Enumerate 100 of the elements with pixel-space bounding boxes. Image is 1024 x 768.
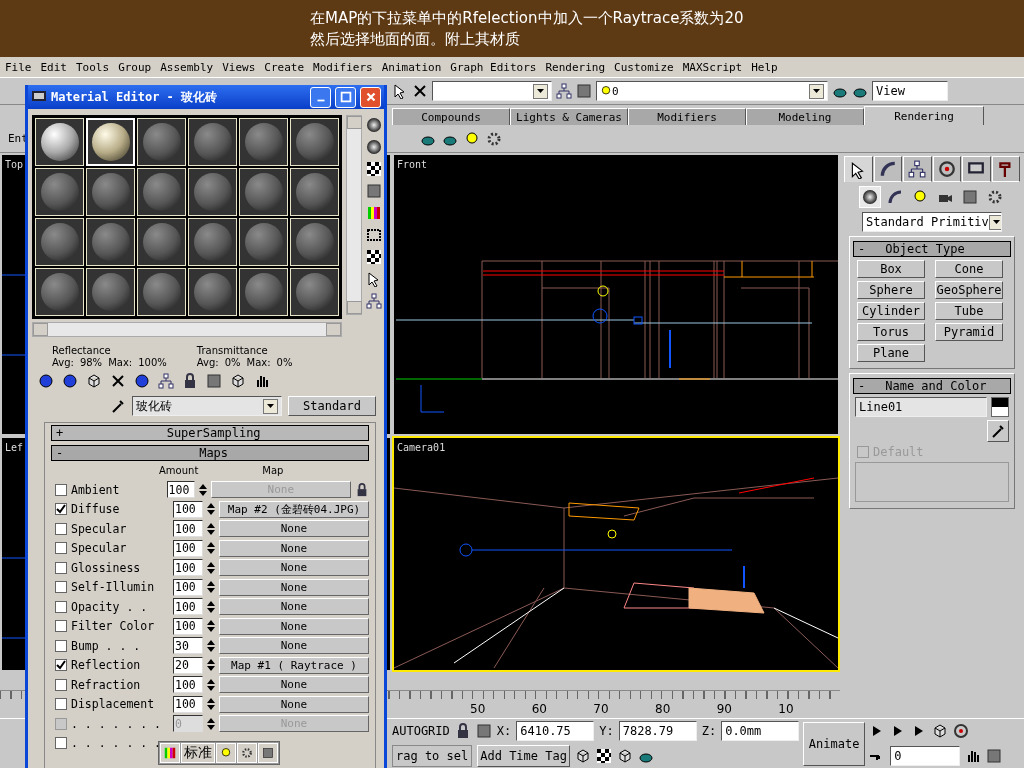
- cube-icon[interactable]: [574, 748, 591, 764]
- z-field[interactable]: 0.0mm: [721, 721, 800, 741]
- material-slot[interactable]: [35, 118, 84, 166]
- dropdown-arrow-button[interactable]: [809, 83, 824, 99]
- spinner[interactable]: [207, 658, 215, 673]
- eyedropper-icon[interactable]: [110, 398, 126, 414]
- square-icon[interactable]: [206, 373, 222, 389]
- menu-item[interactable]: Create: [264, 60, 305, 74]
- sphere-icon[interactable]: [366, 117, 382, 133]
- material-slot[interactable]: [86, 268, 135, 316]
- amount-field[interactable]: 30: [173, 637, 203, 655]
- y-field[interactable]: 7828.79: [618, 721, 697, 741]
- material-slot[interactable]: [35, 268, 84, 316]
- selection-set-field[interactable]: [432, 81, 552, 101]
- spinner[interactable]: [207, 560, 215, 575]
- amount-field[interactable]: 100: [173, 500, 203, 518]
- film-icon[interactable]: [366, 227, 382, 243]
- material-type-button[interactable]: Standard: [288, 396, 376, 416]
- map-button[interactable]: None: [219, 617, 369, 635]
- checkbox[interactable]: [55, 737, 67, 750]
- checkbox[interactable]: [55, 503, 67, 516]
- square-icon[interactable]: [986, 748, 1003, 764]
- material-slot[interactable]: [239, 168, 288, 216]
- material-slot[interactable]: [290, 118, 339, 166]
- map-button[interactable]: None: [219, 559, 369, 577]
- spinner[interactable]: [198, 482, 207, 497]
- delete-icon[interactable]: [110, 373, 126, 389]
- menu-item[interactable]: Views: [222, 60, 256, 74]
- checker-icon[interactable]: [366, 249, 382, 265]
- category-dropdown[interactable]: Standard Primitiv: [862, 212, 1002, 232]
- bars-icon[interactable]: [254, 373, 270, 389]
- menu-item[interactable]: Modifiers: [313, 60, 373, 74]
- viewport[interactable]: Front: [392, 153, 840, 436]
- wheel-icon[interactable]: [953, 723, 970, 739]
- amount-field[interactable]: 20: [173, 656, 203, 674]
- panel-tab[interactable]: [991, 156, 1020, 182]
- material-slot[interactable]: [188, 268, 237, 316]
- dropdown-arrow-button[interactable]: [263, 398, 278, 414]
- x-field[interactable]: 6410.75: [516, 721, 595, 741]
- amount-field[interactable]: 100: [173, 695, 203, 713]
- material-slot[interactable]: [188, 168, 237, 216]
- spinner[interactable]: [207, 580, 215, 595]
- amount-field[interactable]: 100: [173, 520, 203, 538]
- bulb-icon[interactable]: [600, 85, 612, 97]
- map-button[interactable]: None: [219, 676, 369, 694]
- viewport[interactable]: Camera01: [392, 436, 840, 672]
- checkbox[interactable]: [55, 600, 67, 613]
- primitive-button[interactable]: Sphere: [857, 281, 925, 299]
- tab[interactable]: Rendering: [864, 106, 984, 125]
- material-slot[interactable]: [239, 268, 288, 316]
- spinner[interactable]: [207, 619, 215, 634]
- sphere-icon[interactable]: [134, 373, 150, 389]
- sphere-icon[interactable]: [366, 139, 382, 155]
- checker-icon[interactable]: [366, 161, 382, 177]
- add-time-tag-button[interactable]: Add Time Tag: [477, 745, 570, 767]
- material-slot[interactable]: [290, 168, 339, 216]
- material-slot[interactable]: [35, 168, 84, 216]
- scrollbar[interactable]: [346, 115, 362, 315]
- menu-item[interactable]: MAXScript: [682, 60, 743, 74]
- cube-icon[interactable]: [616, 748, 633, 764]
- amount-field[interactable]: 100: [173, 578, 203, 596]
- sphere-icon[interactable]: [62, 373, 78, 389]
- spinner[interactable]: [207, 677, 215, 692]
- spinner[interactable]: [207, 541, 215, 556]
- checkbox[interactable]: [55, 542, 67, 555]
- layer-field[interactable]: 0: [596, 81, 828, 101]
- menu-item[interactable]: Help: [751, 60, 778, 74]
- tab[interactable]: Modeling: [746, 108, 864, 125]
- menu-item[interactable]: Group: [118, 60, 152, 74]
- view-field[interactable]: View: [872, 81, 948, 101]
- square-icon[interactable]: [475, 723, 492, 739]
- menu-item[interactable]: Graph Editors: [450, 60, 537, 74]
- color-swatch[interactable]: [991, 397, 1009, 417]
- checkbox[interactable]: [55, 678, 67, 691]
- tab[interactable]: Compounds: [392, 108, 510, 125]
- menu-item[interactable]: Animation: [381, 60, 442, 74]
- amount-field[interactable]: 100: [173, 539, 203, 557]
- material-slot[interactable]: [35, 218, 84, 266]
- map-button[interactable]: Map #2 (金碧砖04.JPG): [219, 500, 369, 518]
- menu-item[interactable]: Tools: [76, 60, 110, 74]
- cube-icon[interactable]: [932, 723, 949, 739]
- map-button[interactable]: Map #1 ( Raytrace ): [219, 656, 369, 674]
- panel-tab[interactable]: [962, 156, 991, 182]
- hierarchy-icon[interactable]: [158, 373, 174, 389]
- sphere-icon[interactable]: [38, 373, 54, 389]
- material-slot[interactable]: [86, 218, 135, 266]
- spinner[interactable]: [207, 697, 215, 712]
- material-slot[interactable]: [137, 268, 186, 316]
- map-button[interactable]: None: [219, 637, 369, 655]
- primitive-button[interactable]: Tube: [935, 302, 1003, 320]
- material-slot[interactable]: [86, 168, 135, 216]
- spinner[interactable]: [207, 502, 215, 517]
- spinner[interactable]: [207, 599, 215, 614]
- map-button[interactable]: None: [219, 578, 369, 596]
- square-icon[interactable]: [366, 183, 382, 199]
- rollout-header[interactable]: - Maps: [51, 445, 369, 461]
- material-slot[interactable]: [137, 168, 186, 216]
- rollout-header[interactable]: + SuperSampling: [51, 425, 369, 441]
- map-button[interactable]: None: [219, 695, 369, 713]
- name-field[interactable]: Line01: [855, 397, 987, 417]
